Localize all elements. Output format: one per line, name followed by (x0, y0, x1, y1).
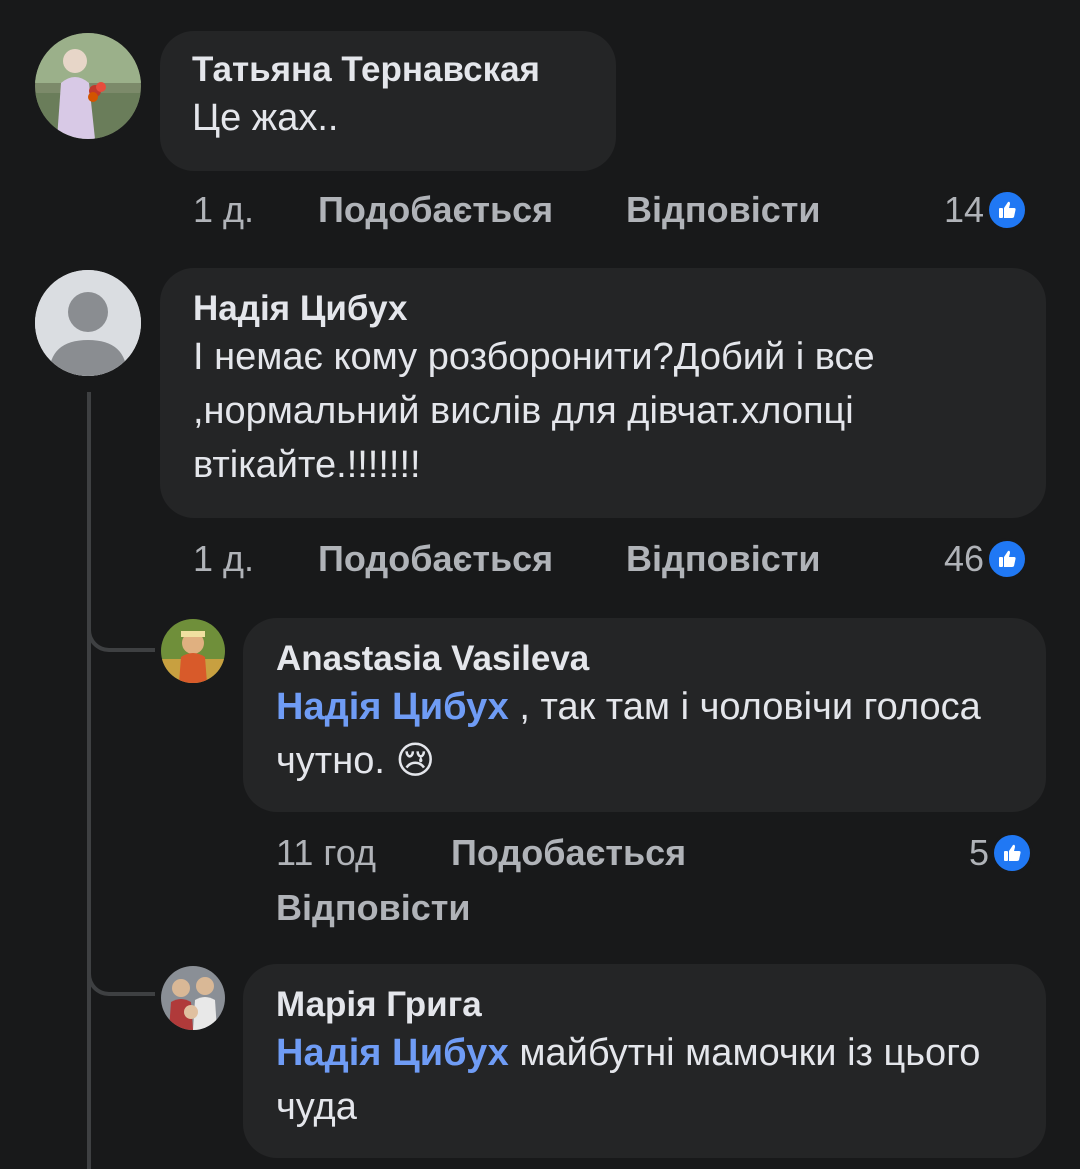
crying-face-emoji: 😢 (395, 740, 436, 782)
mention-link[interactable]: Надія Цибух (276, 686, 509, 728)
reply-bubble: Anastasia Vasileva Надія Цибух , так там… (243, 618, 1046, 812)
reply-button[interactable]: Відповісти (276, 886, 471, 930)
reply-author[interactable]: Anastasia Vasileva (276, 638, 1013, 680)
reply-time[interactable]: 11 год (276, 831, 376, 875)
mention-link[interactable]: Надія Цибух (276, 1032, 509, 1074)
reaction-count-number: 5 (969, 832, 990, 873)
reply-text: Надія Цибух майбутні мамочки із цього чу… (276, 1026, 996, 1134)
thread-line (87, 392, 91, 1169)
comment-bubble: Татьяна Тернавская Це жах.. (160, 31, 616, 171)
like-button[interactable]: Подобається (318, 537, 553, 581)
reply-button[interactable]: Відповісти (626, 188, 821, 232)
comment-time[interactable]: 1 д. (193, 537, 254, 581)
like-thumb-icon (986, 538, 1029, 580)
avatar[interactable] (35, 33, 141, 139)
like-button[interactable]: Подобається (318, 188, 553, 232)
comments-thread: Татьяна Тернавская Це жах.. 1 д. Подобає… (0, 0, 1080, 1169)
reply-bubble: Марія Грига Надія Цибух майбутні мамочки… (243, 964, 1046, 1158)
reply-author[interactable]: Марія Грига (276, 984, 1013, 1026)
comment-text: Це жах.. (192, 97, 339, 139)
thread-branch (87, 956, 155, 996)
comment-time[interactable]: 1 д. (193, 188, 254, 232)
reply-button[interactable]: Відповісти (626, 537, 821, 581)
comment-author[interactable]: Надія Цибух (193, 288, 1013, 330)
avatar[interactable] (161, 619, 225, 683)
reaction-count-number: 14 (944, 189, 985, 230)
avatar[interactable] (161, 966, 225, 1030)
reaction-count[interactable]: 14 (944, 188, 1029, 232)
default-avatar-icon[interactable] (35, 270, 141, 376)
reaction-count[interactable]: 46 (944, 537, 1029, 581)
reaction-count[interactable]: 5 (969, 831, 1034, 875)
reaction-count-number: 46 (944, 538, 985, 579)
like-button[interactable]: Подобається (451, 831, 686, 875)
comment-text: І немає кому розборонити?Добий і все ,но… (193, 336, 875, 486)
reply-text: Надія Цибух , так там і чоловічи голоса … (276, 680, 1013, 788)
comment-bubble: Надія Цибух І немає кому розборонити?Доб… (160, 268, 1046, 518)
comment-author[interactable]: Татьяна Тернавская (192, 49, 584, 91)
like-thumb-icon (991, 832, 1034, 874)
thread-branch (87, 612, 155, 652)
like-thumb-icon (986, 189, 1029, 231)
